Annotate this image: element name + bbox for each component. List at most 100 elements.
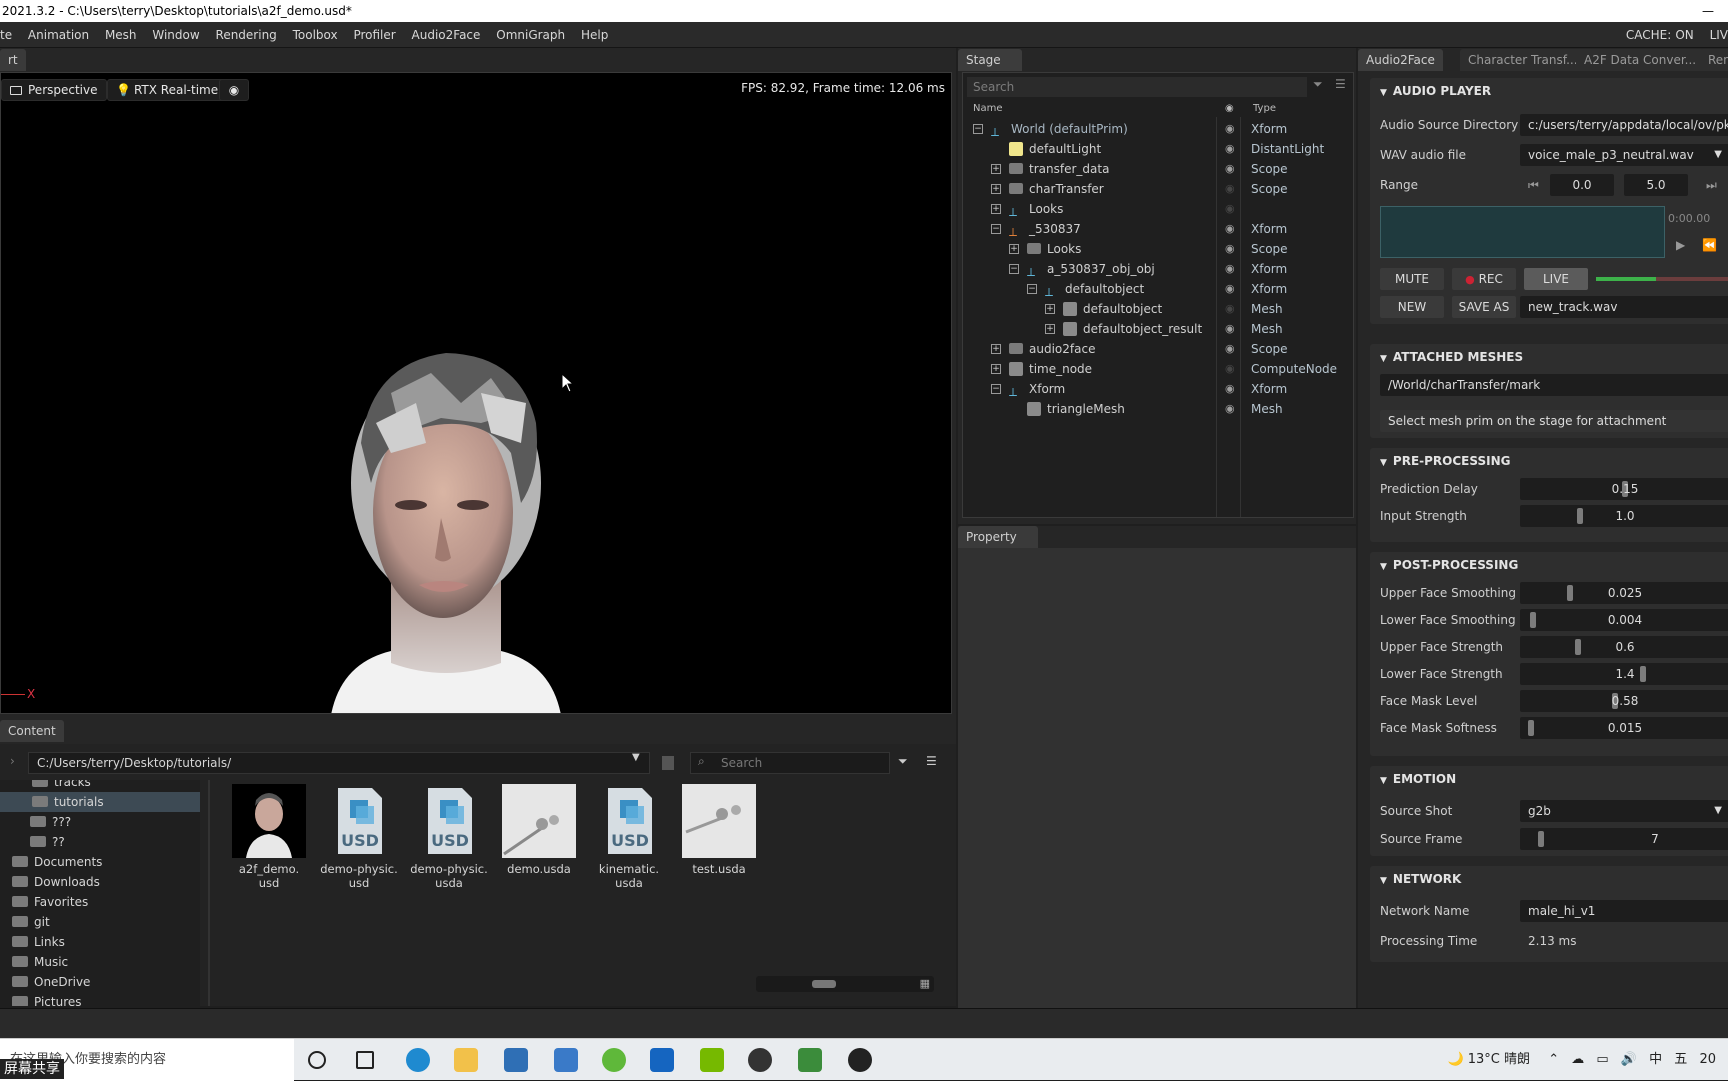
parameter-slider[interactable]: 0.025 (1520, 582, 1728, 604)
menu-item-profiler[interactable]: Profiler (347, 22, 401, 48)
content-path-field[interactable]: C:/Users/terry/Desktop/tutorials/ (28, 752, 650, 774)
play-icon[interactable]: ▶ (1676, 238, 1685, 252)
cloud-icon[interactable]: ☁ (1571, 1052, 1584, 1067)
path-dropdown-icon[interactable]: ▼ (632, 752, 640, 763)
section-header[interactable]: ▼ AUDIO PLAYER (1370, 78, 1728, 104)
parameter-slider[interactable]: 0.58 (1520, 690, 1728, 712)
nvidia-omniverse-icon[interactable] (700, 1048, 724, 1072)
grid-view-icon[interactable]: ▦ (920, 978, 930, 990)
tree-item-documents[interactable]: Documents (0, 852, 200, 872)
filter-icon[interactable]: ⏷ (1313, 77, 1323, 92)
menu-item-window[interactable]: Window (146, 22, 205, 48)
tab-audio2face[interactable]: Audio2Face (1358, 49, 1443, 71)
tree-item-links[interactable]: Links (0, 932, 200, 952)
stage-row[interactable]: − ⟂ World (defaultPrim) ◉ Xform (963, 119, 1355, 139)
stage-row[interactable]: + Looks ◉ Scope (963, 239, 1355, 259)
parameter-slider[interactable]: 0.015 (1520, 717, 1728, 739)
tab-a2f-data-conversion[interactable]: A2F Data Conver... (1576, 49, 1705, 71)
section-header[interactable]: ▼ PRE-PROCESSING (1370, 448, 1728, 474)
attached-mesh-field[interactable]: /World/charTransfer/mark (1380, 374, 1728, 396)
collapse-icon[interactable]: − (991, 384, 1001, 394)
collapse-icon[interactable]: − (973, 124, 983, 134)
visibility-eye-icon[interactable]: ◉ (1225, 319, 1235, 339)
stage-row[interactable]: + defaultobject ◉ Mesh (963, 299, 1355, 319)
expand-icon[interactable]: + (991, 164, 1001, 174)
horizontal-scrollbar[interactable]: ▦ (756, 976, 934, 992)
bookmark-icon[interactable] (662, 756, 674, 770)
stage-row[interactable]: + time_node ◉ ComputeNode (963, 359, 1355, 379)
parameter-slider[interactable]: 1.0 (1520, 505, 1728, 527)
tree-item-unknown-1[interactable]: ??? (0, 812, 200, 832)
collapse-icon[interactable]: − (991, 224, 1001, 234)
visibility-eye-icon[interactable]: ◉ (1225, 199, 1235, 219)
tab-property[interactable]: Property (958, 526, 1038, 548)
collapse-icon[interactable]: − (1009, 264, 1019, 274)
section-header[interactable]: ▼ POST-PROCESSING (1370, 552, 1728, 578)
parameter-slider[interactable]: 1.4 (1520, 663, 1728, 685)
file-explorer-icon[interactable] (454, 1048, 478, 1072)
section-header[interactable]: ▼ NETWORK (1370, 866, 1728, 892)
expand-icon[interactable]: + (991, 204, 1001, 214)
parameter-slider[interactable]: 0.15 (1520, 478, 1728, 500)
stage-row[interactable]: + transfer_data ◉ Scope (963, 159, 1355, 179)
tree-item-music[interactable]: Music (0, 952, 200, 972)
tree-item-git[interactable]: git (0, 912, 200, 932)
visibility-eye-icon[interactable]: ◉ (1225, 379, 1235, 399)
expand-icon[interactable]: + (1009, 244, 1019, 254)
eye-icon[interactable]: ◉ (1225, 103, 1234, 114)
visibility-eye-icon[interactable]: ◉ (1225, 139, 1235, 159)
save-as-button[interactable]: SAVE AS (1452, 296, 1516, 318)
waveform-display[interactable] (1380, 206, 1665, 258)
tab-render[interactable]: Ren (1700, 49, 1728, 71)
mute-button[interactable]: MUTE (1380, 268, 1444, 290)
tree-item-favorites[interactable]: Favorites (0, 892, 200, 912)
source-frame-slider[interactable]: 7 (1520, 828, 1728, 850)
visibility-eye-icon[interactable]: ◉ (1225, 159, 1235, 179)
rec-button[interactable]: ● REC (1452, 268, 1516, 290)
column-name[interactable]: Name (973, 103, 1003, 114)
tree-item-unknown-2[interactable]: ?? (0, 832, 200, 852)
tab-character-transfer[interactable]: Character Transf... (1460, 49, 1586, 71)
obs-icon[interactable] (848, 1048, 872, 1072)
stage-search-input[interactable]: Search (967, 77, 1307, 97)
visibility-eye-icon[interactable]: ◉ (1225, 299, 1235, 319)
tab-content[interactable]: Content (0, 720, 64, 742)
chevron-right-icon[interactable]: › (10, 754, 15, 768)
viewport[interactable]: Perspective 💡 RTX Real-time ◉ FPS: 82.92,… (0, 72, 952, 714)
menu-icon[interactable]: ☰ (1335, 77, 1346, 91)
app-audio2face-icon[interactable] (798, 1048, 822, 1072)
tab-stage[interactable]: Stage (958, 49, 1022, 71)
camera-button[interactable]: Perspective (1, 79, 107, 101)
menu-item-mesh[interactable]: Mesh (99, 22, 143, 48)
source-shot-select[interactable]: g2b ▼ (1520, 800, 1728, 822)
tree-item-tracks[interactable]: tracks (0, 780, 200, 792)
collapse-icon[interactable]: − (1027, 284, 1037, 294)
live-label[interactable]: LIV (1704, 22, 1728, 48)
column-type[interactable]: Type (1253, 103, 1276, 114)
app-blue-icon[interactable] (650, 1048, 674, 1072)
network-icon[interactable]: ▭ (1596, 1052, 1608, 1067)
file-tile[interactable]: demo.usda (494, 784, 584, 876)
stage-row[interactable]: − ⟂ Xform ◉ Xform (963, 379, 1355, 399)
range-end-field[interactable]: 5.0 (1624, 174, 1688, 196)
cortana-icon[interactable] (308, 1051, 326, 1069)
rewind-icon[interactable]: ⏪ (1702, 238, 1717, 252)
ime-mode-indicator[interactable]: 五 (1674, 1052, 1687, 1067)
slider-knob[interactable] (1538, 831, 1544, 847)
minimize-button[interactable]: — (1702, 0, 1714, 22)
expand-icon[interactable]: + (1045, 304, 1055, 314)
track-name-field[interactable]: new_track.wav (1520, 296, 1728, 318)
menu-icon[interactable]: ☰ (926, 754, 937, 768)
menu-item-rendering[interactable]: Rendering (210, 22, 283, 48)
tab-viewport[interactable]: rt (0, 49, 26, 71)
live-button[interactable]: LIVE (1524, 268, 1588, 290)
visibility-eye-icon[interactable]: ◉ (1225, 359, 1235, 379)
file-tile[interactable]: USD demo-physic. usda (404, 784, 494, 890)
expand-icon[interactable]: + (991, 364, 1001, 374)
expand-icon[interactable]: + (991, 184, 1001, 194)
visibility-eye-icon[interactable]: ◉ (1225, 279, 1235, 299)
file-tile[interactable]: a2f_demo. usd (224, 784, 314, 890)
attach-hint-button[interactable]: Select mesh prim on the stage for attach… (1380, 410, 1728, 432)
file-tile[interactable]: test.usda (674, 784, 764, 876)
mail-icon[interactable] (554, 1048, 578, 1072)
